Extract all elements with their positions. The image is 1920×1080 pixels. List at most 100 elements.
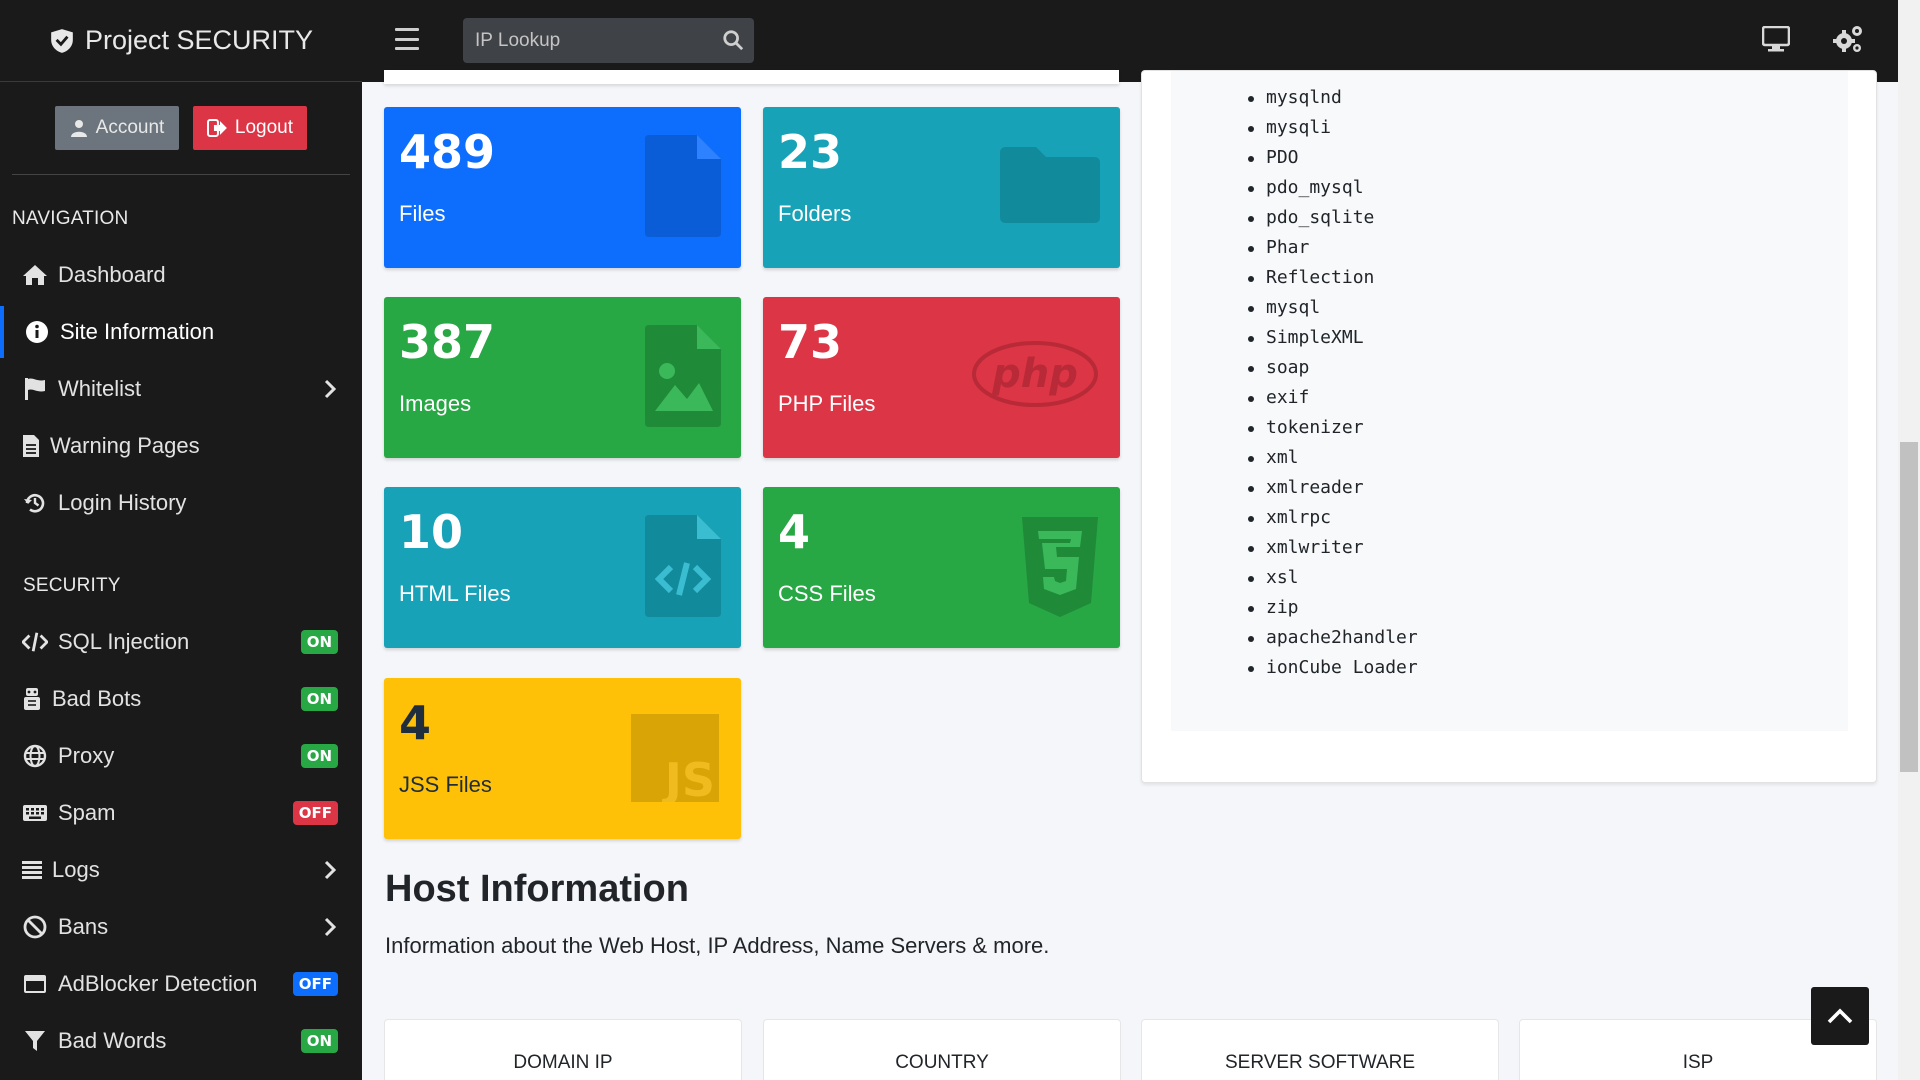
tile-count: 4	[399, 696, 432, 750]
svg-text:php: php	[991, 351, 1078, 397]
nav-item-warning-pages[interactable]: Warning Pages	[0, 420, 362, 472]
jss-files-tile[interactable]: 4 JSS Files JS	[384, 678, 741, 839]
image-file-icon	[645, 325, 721, 427]
nav-item-login-history[interactable]: Login History	[0, 477, 362, 529]
css3-icon	[1022, 517, 1098, 617]
card-title: DOMAIN IP	[513, 1052, 613, 1073]
keyboard-icon	[22, 800, 48, 826]
nav-label: Site Information	[60, 319, 215, 344]
tile-count: 10	[399, 505, 464, 559]
nav-item-adblocker-detection[interactable]: AdBlocker Detection OFF	[0, 958, 362, 1010]
php-files-tile[interactable]: 73 PHP Files php	[763, 297, 1120, 458]
nav-item-logs[interactable]: Logs	[0, 844, 362, 896]
chevron-right-icon	[324, 379, 336, 399]
home-icon	[22, 262, 48, 288]
search-input[interactable]	[463, 29, 703, 52]
tile-label: Files	[399, 201, 446, 226]
status-badge: OFF	[292, 801, 338, 825]
nav-label: Proxy	[58, 743, 115, 768]
list-item: ionCube Loader	[1246, 653, 1418, 683]
folders-tile[interactable]: 23 Folders	[763, 107, 1120, 268]
nav-label: Whitelist	[58, 376, 142, 401]
tile-count: 4	[778, 505, 811, 559]
folder-icon	[1000, 147, 1100, 223]
nav-item-sql-injection[interactable]: SQL Injection ON	[0, 616, 362, 668]
search-icon[interactable]	[722, 29, 744, 51]
extensions-list: mysqlnd mysqli PDO pdo_mysql pdo_sqlite …	[1246, 83, 1418, 683]
hamburger-icon[interactable]	[395, 28, 419, 50]
images-tile[interactable]: 387 Images	[384, 297, 741, 458]
navigation-heading: NAVIGATION	[12, 208, 129, 229]
nav-label: Dashboard	[58, 262, 166, 287]
list-item: apache2handler	[1246, 623, 1418, 653]
list-item: xmlwriter	[1246, 533, 1418, 563]
nav-item-dashboard[interactable]: Dashboard	[0, 249, 362, 301]
host-information-heading: Host Information	[385, 868, 689, 910]
js-icon: JS	[631, 714, 719, 802]
nav-item-bans[interactable]: Bans	[0, 901, 362, 953]
status-badge: ON	[300, 1029, 338, 1053]
list-item: zip	[1246, 593, 1418, 623]
chevron-right-icon	[324, 917, 336, 937]
tile-count: 387	[399, 315, 496, 369]
css-files-tile[interactable]: 4 CSS Files	[763, 487, 1120, 648]
card-title: ISP	[1682, 1052, 1714, 1073]
list-item: mysqli	[1246, 113, 1418, 143]
nav-label: Bad Bots	[52, 686, 142, 711]
file-text-icon	[22, 433, 40, 459]
monitor-icon[interactable]	[1762, 26, 1790, 52]
card-title: SERVER SOFTWARE	[1224, 1052, 1416, 1073]
sidebar: Account Logout NAVIGATION Dashboard Site…	[0, 82, 362, 1080]
nav-item-spam[interactable]: Spam OFF	[0, 787, 362, 839]
nav-item-proxy[interactable]: Proxy ON	[0, 730, 362, 782]
list-item: xmlrpc	[1246, 503, 1418, 533]
scrollbar-thumb[interactable]	[1900, 442, 1918, 772]
filter-icon	[22, 1028, 48, 1054]
code-file-icon	[645, 515, 721, 617]
shield-icon	[51, 28, 73, 53]
files-tile[interactable]: 489 Files	[384, 107, 741, 268]
nav-label: Bad Words	[58, 1028, 167, 1053]
security-heading: SECURITY	[23, 575, 121, 596]
list-item: mysql	[1246, 293, 1418, 323]
tile-count: 489	[399, 125, 496, 179]
tile-label: CSS Files	[778, 581, 876, 606]
ip-lookup-search	[463, 18, 754, 63]
nav-item-bad-bots[interactable]: Bad Bots ON	[0, 673, 362, 725]
list-item: xml	[1246, 443, 1418, 473]
tile-label: Folders	[778, 201, 852, 226]
list-item: pdo_sqlite	[1246, 203, 1418, 233]
page-scrollbar[interactable]	[1898, 0, 1920, 1080]
card-edge	[384, 70, 1119, 84]
php-extensions-card: mysqlnd mysqli PDO pdo_mysql pdo_sqlite …	[1141, 70, 1877, 783]
tile-count: 23	[778, 125, 843, 179]
code-icon	[22, 629, 48, 655]
flag-icon	[22, 376, 48, 402]
nav-label: Login History	[58, 490, 187, 515]
list-item: SimpleXML	[1246, 323, 1418, 353]
html-files-tile[interactable]: 10 HTML Files	[384, 487, 741, 648]
tile-label: PHP Files	[778, 391, 876, 416]
account-button[interactable]: Account	[55, 106, 179, 150]
divider	[12, 174, 350, 175]
status-badge: ON	[300, 630, 338, 654]
nav-item-bad-words[interactable]: Bad Words ON	[0, 1015, 362, 1067]
list-item: exif	[1246, 383, 1418, 413]
nav-label: Logs	[52, 857, 100, 882]
logout-button[interactable]: Logout	[193, 106, 307, 150]
brand[interactable]: Project SECURITY	[0, 0, 362, 82]
php-icon: php	[972, 341, 1098, 407]
tile-label: HTML Files	[399, 581, 511, 606]
status-badge: ON	[300, 744, 338, 768]
gears-icon[interactable]	[1832, 24, 1864, 54]
scroll-to-top-button[interactable]	[1811, 987, 1869, 1045]
nav-item-site-information[interactable]: Site Information	[0, 306, 362, 358]
chevron-right-icon	[324, 860, 336, 880]
extensions-panel: mysqlnd mysqli PDO pdo_mysql pdo_sqlite …	[1171, 71, 1848, 731]
list-item: tokenizer	[1246, 413, 1418, 443]
nav-item-whitelist[interactable]: Whitelist	[0, 363, 362, 415]
tile-label: JSS Files	[399, 772, 492, 797]
svg-text:JS: JS	[662, 753, 715, 802]
user-icon	[70, 120, 87, 137]
file-icon	[645, 135, 721, 237]
